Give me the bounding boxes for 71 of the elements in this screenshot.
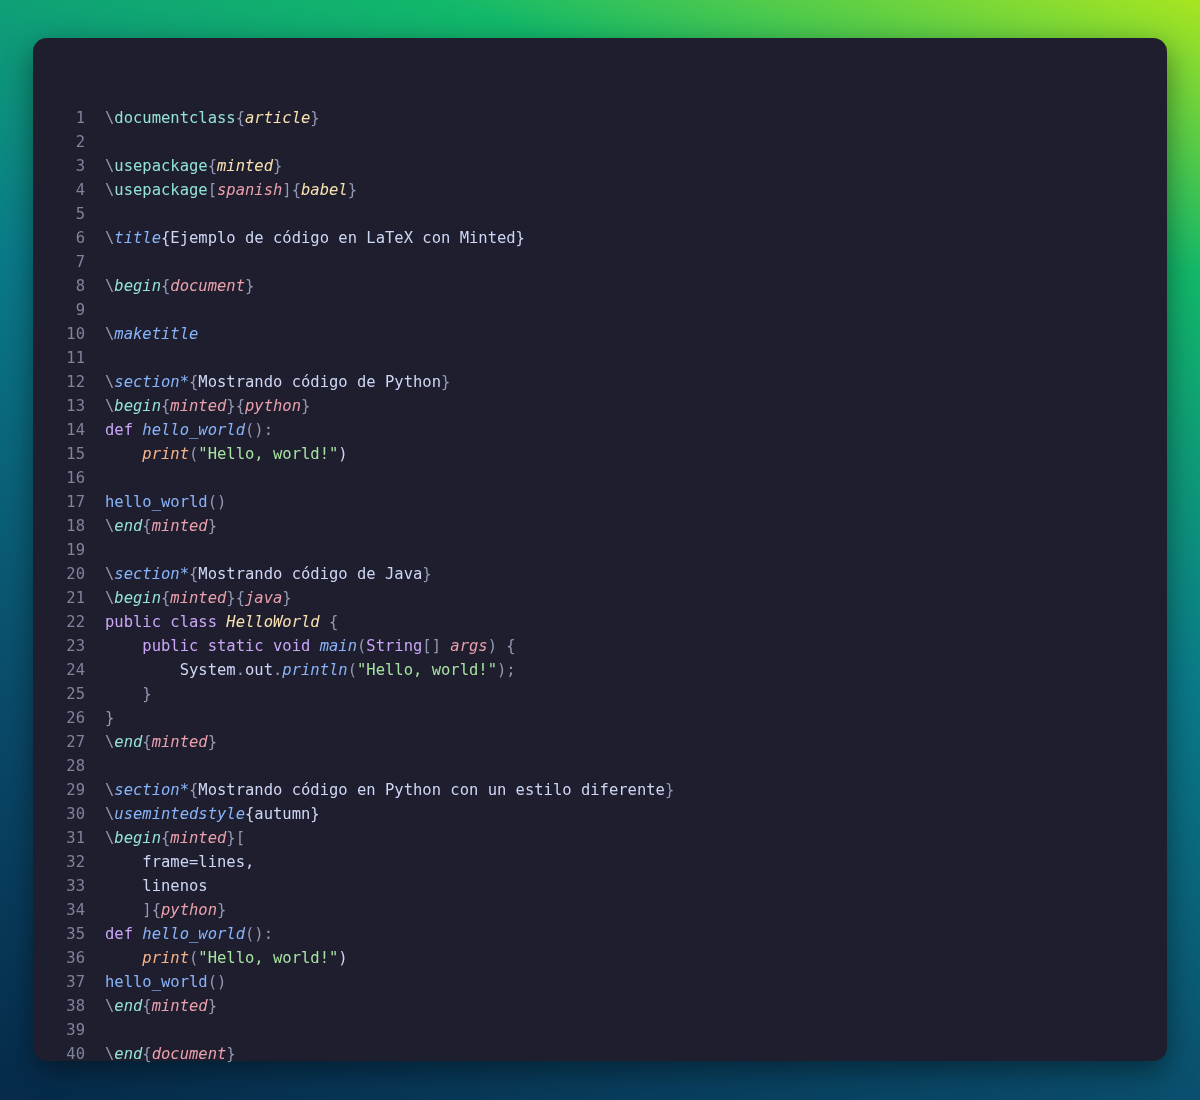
line-number: 6 (74, 228, 85, 249)
code-line: \section*{Mostrando código de Python} (105, 372, 451, 393)
code-line: \begin{minted}[ (105, 828, 246, 849)
line-number: 9 (74, 300, 85, 321)
line-number: 15 (65, 444, 85, 465)
code-line: \end{minted} (105, 516, 218, 537)
line-number: 7 (74, 252, 85, 273)
line-number: 8 (74, 276, 85, 297)
line-number: 5 (74, 204, 85, 225)
line-number: 2 (74, 132, 85, 153)
code-line: \begin{minted}{java} (105, 588, 292, 609)
code-line: \section*{Mostrando código en Python con un estilo diferente} (105, 780, 675, 801)
code-line: hello_world() (105, 492, 227, 513)
line-number: 12 (65, 372, 85, 393)
code-line: public class HelloWorld { (105, 612, 339, 633)
code-line: public static void main(String[] args) { (141, 636, 516, 657)
line-number: 40 (65, 1044, 85, 1065)
code-line: \documentclass{article} (105, 108, 320, 129)
code-line: def hello_world(): (105, 924, 273, 945)
code-line: \begin{minted}{python} (105, 396, 311, 417)
code-line: \usepackage{minted} (105, 156, 283, 177)
line-number: 36 (65, 948, 85, 969)
code-line: \end{minted} (105, 732, 218, 753)
code-line: \end{document} (105, 1044, 236, 1065)
code-line: System.out.println("Hello, world!"); (178, 660, 516, 681)
code-line: } (141, 684, 152, 705)
line-number: 30 (65, 804, 85, 825)
line-number: 20 (65, 564, 85, 585)
line-number: 17 (65, 492, 85, 513)
code-line: \begin{document} (105, 276, 255, 297)
code-line: ]{python} (141, 900, 227, 921)
line-number: 16 (65, 468, 85, 489)
line-number: 14 (65, 420, 85, 441)
line-number: 11 (65, 348, 85, 369)
code-line: \end{minted} (105, 996, 218, 1017)
code-line: print("Hello, world!") (141, 948, 348, 969)
line-number: 25 (65, 684, 85, 705)
line-number: 29 (65, 780, 85, 801)
line-number: 38 (65, 996, 85, 1017)
line-number: 33 (65, 876, 85, 897)
code-line: hello_world() (105, 972, 227, 993)
code-line: } (105, 708, 115, 729)
line-number: 31 (65, 828, 85, 849)
line-number: 3 (74, 156, 85, 177)
code-line: def hello_world(): (105, 420, 273, 441)
code-line: print("Hello, world!") (141, 444, 348, 465)
line-number: 21 (65, 588, 85, 609)
line-number: 24 (65, 660, 85, 681)
code-line: \title{Ejemplo de código en LaTeX con Minted} (105, 228, 525, 249)
line-number: 32 (65, 852, 85, 873)
code-line: \usemintedstyle{autumn} (105, 804, 320, 825)
line-number: 4 (74, 180, 85, 201)
line-number: 22 (65, 612, 85, 633)
line-number: 35 (65, 924, 85, 945)
line-number: 19 (65, 540, 85, 561)
line-number: 18 (65, 516, 85, 537)
line-number: 27 (65, 732, 85, 753)
code-line: linenos (141, 876, 208, 897)
line-number: 28 (65, 756, 85, 777)
line-number: 26 (65, 708, 85, 729)
line-number: 23 (65, 636, 85, 657)
line-number: 13 (65, 396, 85, 417)
line-number: 39 (65, 1020, 85, 1041)
code-line: frame=lines, (141, 852, 255, 873)
line-number: 34 (65, 900, 85, 921)
code-line: \section*{Mostrando código de Java} (105, 564, 432, 585)
code-line: \maketitle (105, 324, 199, 345)
code-line: \usepackage[spanish]{babel} (105, 180, 358, 201)
line-number: 10 (65, 324, 85, 345)
line-number: 1 (74, 108, 85, 129)
line-number: 37 (65, 972, 85, 993)
